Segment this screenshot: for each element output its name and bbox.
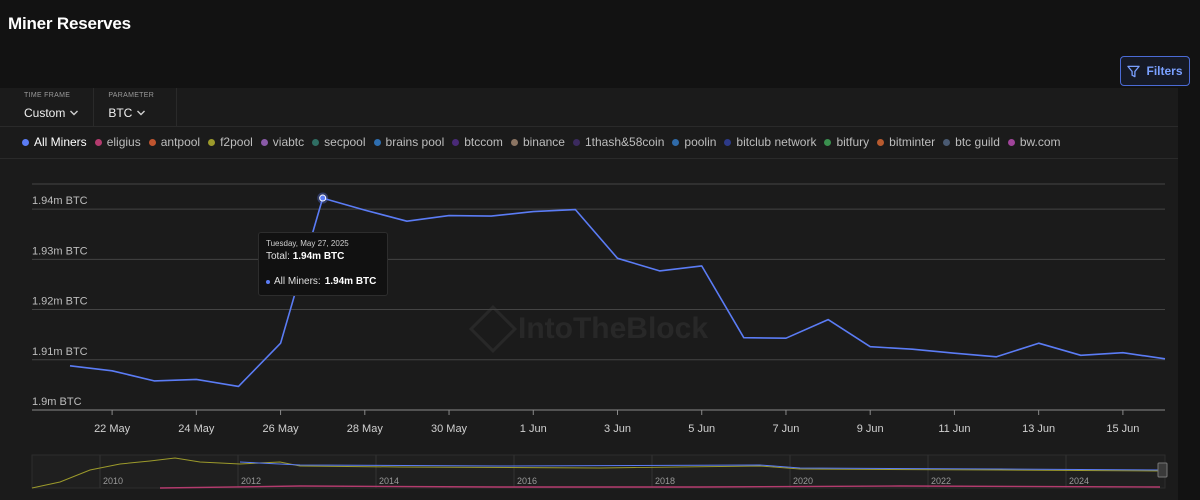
x-tick-label: 22 May xyxy=(94,423,131,435)
x-tick-label: 28 May xyxy=(347,423,384,435)
navigator-label: 2014 xyxy=(379,476,399,486)
data-point xyxy=(1037,342,1039,344)
x-tick-label: 1 Jun xyxy=(520,423,547,435)
x-tick-label: 15 Jun xyxy=(1106,423,1139,435)
data-point xyxy=(995,356,997,358)
x-tick-label: 5 Jun xyxy=(688,423,715,435)
x-tick-label: 11 Jun xyxy=(938,423,970,435)
data-point xyxy=(1122,352,1124,354)
navigator-label: 2012 xyxy=(241,476,261,486)
navigator-background xyxy=(31,454,1166,489)
data-point xyxy=(1164,358,1166,360)
x-tick-label: 3 Jun xyxy=(604,423,631,435)
tooltip-series-dot xyxy=(266,279,270,284)
data-point xyxy=(195,378,197,380)
tooltip-total: Total: 1.94m BTC xyxy=(266,251,345,262)
x-tick-label: 24 May xyxy=(178,423,215,435)
data-point xyxy=(574,208,576,210)
y-tick-label: 1.9m BTC xyxy=(32,396,82,408)
line-chart: 1.94m BTC 1.93m BTC 1.92m BTC 1.91m BTC 1.9m… xyxy=(31,183,1168,489)
navigator-label: 2016 xyxy=(517,476,537,486)
data-point xyxy=(279,342,281,344)
data-point xyxy=(1080,354,1082,356)
navigator-label: 2022 xyxy=(931,476,951,486)
tooltip-series: All Miners: 1.94m BTC xyxy=(266,276,380,287)
navigator-label: 2010 xyxy=(103,476,123,486)
y-tick-label: 1.91m BTC xyxy=(32,346,88,358)
x-tick-label: 30 May xyxy=(431,423,468,435)
data-point xyxy=(532,210,534,212)
y-tick-label: 1.94m BTC xyxy=(32,195,88,207)
navigator-handle xyxy=(1157,462,1168,478)
x-tick-label: 9 Jun xyxy=(857,423,884,435)
x-tick-label: 13 Jun xyxy=(1022,423,1055,435)
navigator-label: 2020 xyxy=(793,476,813,486)
x-tick-label: 7 Jun xyxy=(773,423,800,435)
chart-tooltip: Tuesday, May 27, 2025 Total: 1.94m BTC A… xyxy=(258,232,388,296)
data-point xyxy=(237,385,239,387)
data-point xyxy=(69,365,71,367)
data-point xyxy=(406,220,408,222)
data-point xyxy=(701,265,703,267)
data-point xyxy=(743,336,745,338)
data-point xyxy=(448,214,450,216)
data-point xyxy=(827,318,829,320)
data-point xyxy=(364,209,366,211)
tooltip-date: Tuesday, May 27, 2025 xyxy=(266,239,349,248)
data-point xyxy=(953,352,955,354)
data-point xyxy=(658,270,660,272)
data-point xyxy=(490,215,492,217)
y-tick-label: 1.92m BTC xyxy=(32,296,88,308)
data-point xyxy=(153,380,155,382)
navigator-label: 2024 xyxy=(1069,476,1089,486)
series-line-all-miners xyxy=(69,197,1166,388)
data-point xyxy=(111,370,113,372)
navigator-label: 2018 xyxy=(655,476,675,486)
data-point xyxy=(869,346,871,348)
y-tick-label: 1.93m BTC xyxy=(32,245,88,257)
data-point xyxy=(616,257,618,259)
data-point xyxy=(911,348,913,350)
data-point xyxy=(785,337,787,339)
highlight-marker xyxy=(319,194,327,202)
x-tick-label: 26 May xyxy=(263,423,300,435)
